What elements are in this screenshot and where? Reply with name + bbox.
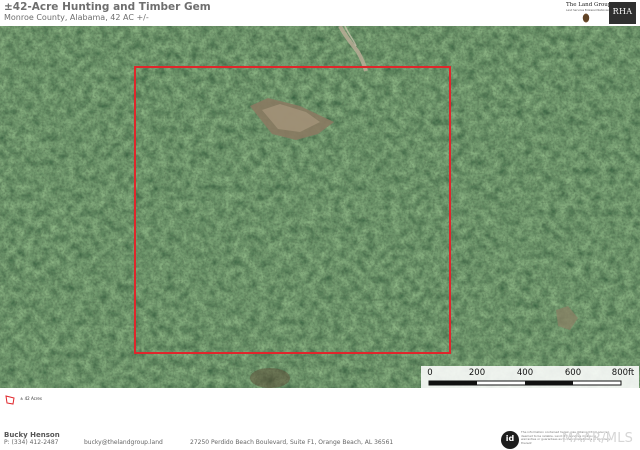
scale-tick-label: 600	[564, 368, 582, 378]
scale-tick-label: 0	[427, 368, 433, 378]
agent-name: Bucky Henson	[4, 431, 60, 439]
map-subtitle: Monroe County, Alabama, 42 AC +/-	[4, 13, 149, 22]
rha-logo-text: RHA	[612, 7, 633, 16]
rha-logo: RHA	[609, 2, 636, 24]
agent-phone[interactable]: P: (334) 412-2487	[4, 439, 58, 446]
agent-email[interactable]: bucky@thelandgroup.land	[84, 439, 163, 446]
pine-cone-icon	[582, 13, 590, 23]
land-id-logo-text: id	[505, 434, 515, 443]
scale-tick-label: 800ft	[611, 368, 635, 378]
map-title: ±42-Acre Hunting and Timber Gem	[4, 1, 211, 13]
map-header: ±42-Acre Hunting and Timber Gem Monroe C…	[0, 0, 640, 26]
land-group-logo-name: The Land Group	[566, 2, 612, 8]
parcel-boundary[interactable]	[134, 66, 451, 354]
map-legend: ± 42 Acres	[4, 394, 84, 406]
mls-watermark: MAAR/MLS	[562, 431, 634, 446]
land-group-logo: The Land Group Land Services Brokered Na…	[566, 2, 612, 24]
aerial-map[interactable]: 0 200 400 600 800ft	[0, 26, 640, 388]
legend-label: ± 42 Acres	[20, 396, 42, 401]
scale-tick-label: 400	[516, 368, 534, 378]
scale-tick-label: 200	[468, 368, 486, 378]
parcel-outline-icon	[5, 395, 15, 405]
land-id-logo: id	[501, 431, 519, 449]
land-group-logo-tagline: Land Services Brokered Nationwide	[566, 9, 612, 12]
office-address: 27250 Perdido Beach Boulevard, Suite F1,…	[190, 439, 394, 446]
scale-bar: 0 200 400 600 800ft	[421, 366, 639, 388]
